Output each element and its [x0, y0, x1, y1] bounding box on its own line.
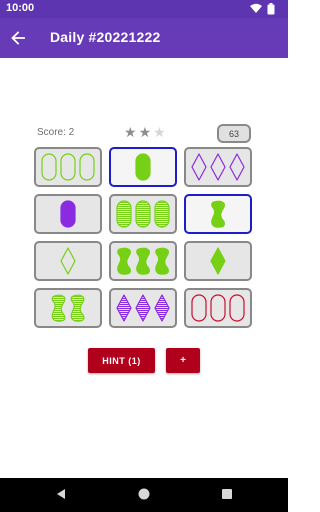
squiggle-symbol: [70, 294, 85, 322]
set-card[interactable]: [34, 194, 102, 234]
set-card[interactable]: [184, 241, 252, 281]
oval-symbol: [154, 200, 170, 228]
set-card[interactable]: [184, 194, 252, 234]
squiggle-symbol: [51, 294, 66, 322]
card-symbols: [60, 200, 76, 228]
battery-icon: [267, 3, 275, 15]
set-card[interactable]: [109, 241, 177, 281]
star-icon: ★: [124, 124, 137, 140]
oval-symbol: [116, 200, 132, 228]
card-symbols: [211, 200, 225, 228]
diamond-symbol: [210, 153, 226, 181]
navigation-bar: [0, 478, 288, 512]
set-card[interactable]: [184, 288, 252, 328]
set-card[interactable]: [34, 288, 102, 328]
back-button[interactable]: [6, 26, 30, 50]
diamond-symbol: [135, 294, 151, 322]
app-bar: Daily #20221222: [0, 18, 288, 58]
card-symbols: [51, 294, 85, 322]
nav-back-icon[interactable]: [55, 488, 67, 500]
card-symbols: [135, 153, 151, 181]
card-symbols: [191, 294, 245, 322]
set-card[interactable]: [184, 147, 252, 187]
hint-button[interactable]: HINT (1): [88, 348, 155, 373]
star-icon: ★: [138, 124, 152, 140]
star-rating: ★ ★ ★: [124, 125, 166, 139]
diamond-symbol: [116, 294, 132, 322]
card-symbols: [60, 247, 76, 275]
squiggle-symbol: [136, 247, 150, 275]
nav-recents-icon[interactable]: [222, 489, 232, 499]
squiggle-symbol: [117, 247, 131, 275]
oval-symbol: [79, 153, 95, 181]
oval-symbol: [135, 200, 151, 228]
diamond-symbol: [210, 247, 226, 275]
oval-symbol: [191, 294, 207, 322]
oval-symbol: [135, 153, 151, 181]
card-symbols: [191, 153, 245, 181]
wifi-icon: [250, 3, 262, 13]
set-card[interactable]: [109, 288, 177, 328]
set-card[interactable]: [109, 147, 177, 187]
deck-count-value: 63: [228, 128, 239, 139]
set-card[interactable]: [109, 194, 177, 234]
diamond-symbol: [229, 153, 245, 181]
squiggle-symbol: [155, 247, 169, 275]
status-bar: 10:00: [0, 0, 288, 18]
oval-symbol: [60, 200, 76, 228]
diamond-symbol: [60, 247, 76, 275]
status-time: 10:00: [6, 2, 35, 14]
oval-symbol: [229, 294, 245, 322]
diamond-symbol: [191, 153, 207, 181]
oval-symbol: [41, 153, 57, 181]
arrow-back-icon: [11, 31, 25, 45]
card-symbols: [116, 200, 170, 228]
set-card[interactable]: [34, 241, 102, 281]
card-symbols: [117, 247, 169, 275]
score-label: Score: 2: [37, 127, 75, 138]
oval-symbol: [210, 294, 226, 322]
deck-count-badge: 63: [217, 124, 251, 143]
star-icon: ★: [153, 124, 166, 140]
card-symbols: [41, 153, 95, 181]
diamond-symbol: [154, 294, 170, 322]
add-cards-button[interactable]: +: [166, 348, 200, 373]
card-symbols: [210, 247, 226, 275]
card-symbols: [116, 294, 170, 322]
oval-symbol: [60, 153, 76, 181]
screen: 10:00 Daily #20221222 Score: 2 ★ ★ ★ 63 …: [0, 0, 288, 512]
set-card[interactable]: [34, 147, 102, 187]
app-title: Daily #20221222: [50, 29, 161, 45]
nav-home-icon[interactable]: [138, 488, 150, 500]
squiggle-symbol: [211, 200, 225, 228]
